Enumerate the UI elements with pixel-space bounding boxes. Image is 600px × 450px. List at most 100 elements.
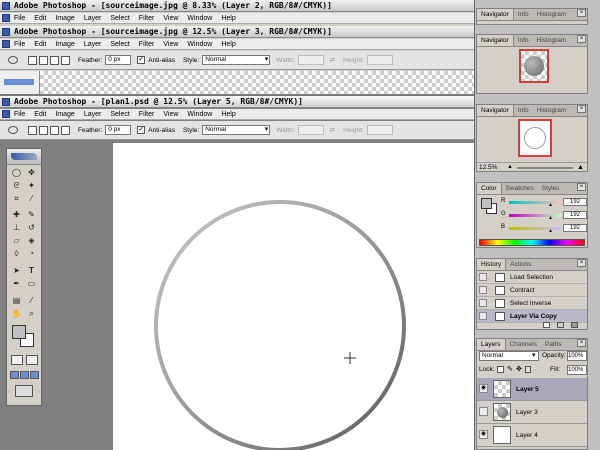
elliptical-marquee-icon[interactable] bbox=[8, 56, 18, 64]
new-selection-icon[interactable] bbox=[28, 125, 37, 135]
palette-close-button[interactable]: × bbox=[577, 9, 586, 17]
menu-edit[interactable]: Edit bbox=[34, 41, 46, 48]
menu-file[interactable]: File bbox=[14, 15, 25, 22]
menu-view[interactable]: View bbox=[163, 111, 178, 118]
healing-tool-icon[interactable]: ✚ bbox=[11, 209, 22, 220]
history-snapshot-box[interactable] bbox=[479, 312, 487, 320]
menu-help[interactable]: Help bbox=[221, 111, 235, 118]
elliptical-marquee-icon[interactable] bbox=[8, 126, 18, 134]
hand-tool-icon[interactable]: ✋ bbox=[11, 308, 22, 319]
history-snapshot-box[interactable] bbox=[479, 273, 487, 281]
layer-row-active[interactable]: ◉ Layer 5 bbox=[477, 378, 587, 401]
pen-tool-icon[interactable]: ✒ bbox=[11, 278, 22, 289]
antialias-checkbox[interactable]: ✓ bbox=[137, 126, 146, 134]
color-ramp[interactable] bbox=[479, 239, 585, 246]
zoom-slider[interactable] bbox=[517, 167, 573, 169]
menu-select[interactable]: Select bbox=[110, 15, 129, 22]
menu-file[interactable]: File bbox=[14, 111, 25, 118]
channel-g-value[interactable]: 192 bbox=[563, 211, 587, 219]
menu-window[interactable]: Window bbox=[187, 15, 212, 22]
tab-channels[interactable]: Channels bbox=[506, 339, 541, 350]
blend-mode-select[interactable]: Normal bbox=[479, 351, 539, 361]
tab-actions[interactable]: Actions bbox=[506, 259, 535, 270]
zoom-in-icon[interactable]: ▲ bbox=[577, 163, 584, 172]
lock-all-icon[interactable] bbox=[525, 366, 531, 373]
magic-wand-tool-icon[interactable]: ✦ bbox=[26, 180, 37, 191]
menu-select[interactable]: Select bbox=[110, 41, 129, 48]
tab-layers[interactable]: Layers bbox=[477, 339, 506, 350]
crop-tool-icon[interactable]: ⌗ bbox=[11, 193, 22, 204]
menu-select[interactable]: Select bbox=[110, 111, 129, 118]
window-2-title-bar[interactable]: Adobe Photoshop - [sourceimage.jpg @ 12.… bbox=[0, 26, 474, 38]
document-window-1[interactable]: Adobe Photoshop - [sourceimage.jpg @ 8.3… bbox=[0, 0, 474, 28]
notes-tool-icon[interactable]: ▤ bbox=[11, 295, 22, 306]
screen-mode-menu-button[interactable] bbox=[20, 371, 29, 379]
menu-window[interactable]: Window bbox=[187, 111, 212, 118]
bucket-tool-icon[interactable]: ◈ bbox=[26, 235, 37, 246]
menu-layer[interactable]: Layer bbox=[84, 111, 102, 118]
style-select[interactable]: Normal bbox=[202, 55, 271, 65]
menu-help[interactable]: Help bbox=[221, 41, 235, 48]
window-2-canvas[interactable] bbox=[40, 71, 474, 94]
tab-navigator[interactable]: Navigator bbox=[477, 9, 514, 20]
window-1-title-bar[interactable]: Adobe Photoshop - [sourceimage.jpg @ 8.3… bbox=[0, 0, 474, 12]
tab-navigator[interactable]: Navigator bbox=[477, 35, 514, 46]
tab-info[interactable]: Info bbox=[514, 9, 533, 20]
channel-r-slider[interactable] bbox=[509, 201, 561, 204]
intersect-selection-icon[interactable] bbox=[61, 125, 70, 135]
document-canvas[interactable] bbox=[113, 143, 474, 450]
navigator-zoom-value[interactable]: 12.5% bbox=[479, 163, 497, 172]
eyedropper-tool-icon[interactable]: ⁄ bbox=[26, 295, 37, 306]
history-brush-tool-icon[interactable]: ↺ bbox=[26, 222, 37, 233]
quick-mask-button[interactable] bbox=[26, 355, 38, 365]
blend-mode-chevron-down-icon[interactable]: ▾ bbox=[532, 351, 536, 361]
menu-edit[interactable]: Edit bbox=[34, 111, 46, 118]
channel-b-thumb-icon[interactable]: ▲ bbox=[548, 228, 553, 234]
shape-tool-icon[interactable]: ▭ bbox=[26, 278, 37, 289]
stamp-tool-icon[interactable]: ⊥ bbox=[11, 222, 22, 233]
history-item[interactable]: Load Selection bbox=[477, 271, 587, 284]
channel-r-value[interactable]: 192 bbox=[563, 198, 587, 206]
tab-histogram[interactable]: Histogram bbox=[533, 105, 571, 116]
tab-styles[interactable]: Styles bbox=[538, 183, 564, 194]
document-window-3[interactable]: Adobe Photoshop - [plan1.psd @ 12.5% (La… bbox=[0, 96, 474, 450]
brush-tool-icon[interactable]: ✎ bbox=[26, 209, 37, 220]
style-select[interactable]: Normal bbox=[202, 125, 271, 135]
jump-to-imageready-button[interactable] bbox=[15, 385, 33, 397]
tab-histogram[interactable]: Histogram bbox=[533, 9, 571, 20]
navigator-3-preview[interactable] bbox=[518, 119, 552, 157]
new-document-icon[interactable] bbox=[543, 322, 550, 328]
history-snapshot-box[interactable] bbox=[479, 299, 487, 307]
antialias-checkbox[interactable]: ✓ bbox=[137, 56, 146, 64]
lasso-tool-icon[interactable]: ᘓ bbox=[11, 180, 22, 191]
menu-view[interactable]: View bbox=[163, 15, 178, 22]
lock-image-icon[interactable]: ✎ bbox=[507, 366, 513, 373]
opacity-input[interactable]: 100% bbox=[567, 351, 587, 361]
menu-view[interactable]: View bbox=[163, 41, 178, 48]
layer-row[interactable]: Layer 3 bbox=[477, 401, 587, 424]
slice-tool-icon[interactable]: ⁄ bbox=[26, 193, 37, 204]
tab-swatches[interactable]: Swatches bbox=[502, 183, 538, 194]
menu-image[interactable]: Image bbox=[55, 15, 74, 22]
zoom-tool-icon[interactable]: ⌕ bbox=[26, 308, 37, 319]
feather-input[interactable]: 0 px bbox=[105, 125, 132, 135]
eraser-tool-icon[interactable]: ▱ bbox=[11, 235, 22, 246]
marquee-tool-icon[interactable]: ◯ bbox=[11, 167, 22, 178]
tab-histogram[interactable]: Histogram bbox=[533, 35, 571, 46]
palette-close-button[interactable]: × bbox=[577, 259, 586, 267]
zoom-out-icon[interactable]: ▲ bbox=[507, 164, 513, 170]
channel-g-slider[interactable] bbox=[509, 214, 561, 217]
navigator-2-preview[interactable] bbox=[519, 49, 549, 83]
trash-icon[interactable] bbox=[571, 322, 578, 328]
eye-icon[interactable]: ◉ bbox=[479, 430, 488, 439]
channel-g-thumb-icon[interactable]: ▲ bbox=[548, 215, 553, 221]
layer-visibility-box[interactable] bbox=[479, 407, 488, 416]
blur-tool-icon[interactable]: ◊ bbox=[11, 248, 22, 259]
selection-arrow-tool-icon[interactable]: ➤ bbox=[11, 265, 22, 276]
intersect-selection-icon[interactable] bbox=[61, 55, 70, 65]
tab-info[interactable]: Info bbox=[514, 105, 533, 116]
tab-history[interactable]: History bbox=[477, 259, 507, 270]
tab-paths[interactable]: Paths bbox=[541, 339, 566, 350]
foreground-color-swatch[interactable] bbox=[12, 325, 26, 339]
palette-close-button[interactable]: × bbox=[577, 105, 586, 113]
